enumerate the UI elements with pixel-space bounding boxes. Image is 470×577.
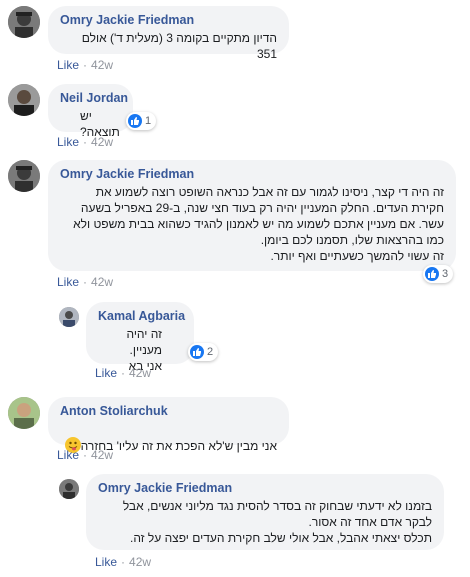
comment-actions: Like · 42w <box>57 135 113 149</box>
separator: · <box>121 555 126 569</box>
comment-time[interactable]: 42w <box>91 275 113 289</box>
comment-author[interactable]: Kamal Agbaria <box>98 309 185 323</box>
like-button[interactable]: Like <box>57 58 79 72</box>
comment-text: זה היה די קצר, ניסינו לגמור עם זה אבל כנ… <box>73 185 444 263</box>
like-button[interactable]: Like <box>95 555 117 569</box>
comment-bubble: Omry Jackie Friedman הדיון מתקיים בקומה … <box>48 6 289 61</box>
like-button[interactable]: Like <box>57 135 79 149</box>
separator: · <box>83 275 88 289</box>
like-reaction-icon <box>190 345 204 359</box>
comment-author[interactable]: Omry Jackie Friedman <box>60 13 277 27</box>
reaction-count[interactable]: 3 <box>423 265 454 283</box>
comment-text: בזמנו לא ידעתי שבחוק זה בסדר להסית נגד מ… <box>122 499 432 545</box>
comment-actions: Like · 42w <box>57 275 113 289</box>
like-button[interactable]: Like <box>57 275 79 289</box>
comment-author[interactable]: Neil Jordan <box>60 91 128 105</box>
reaction-count-value: 2 <box>207 346 214 358</box>
comment-time[interactable]: 42w <box>129 366 151 380</box>
separator: · <box>83 58 88 72</box>
avatar[interactable] <box>8 84 40 116</box>
reaction-count-value: 3 <box>442 268 449 280</box>
comment-time[interactable]: 42w <box>91 58 113 72</box>
avatar[interactable] <box>59 307 79 327</box>
separator: · <box>83 448 88 462</box>
comment-author[interactable]: Omry Jackie Friedman <box>98 481 432 495</box>
separator: · <box>83 135 88 149</box>
comment-author[interactable]: Anton Stoliarchuk <box>60 404 277 418</box>
comment-bubble: Neil Jordan יש תוצאה? <box>48 84 133 139</box>
comment-time[interactable]: 42w <box>91 448 113 462</box>
like-button[interactable]: Like <box>57 448 79 462</box>
reaction-count-value: 1 <box>145 115 152 127</box>
separator: · <box>121 366 126 380</box>
comment-actions: Like · 42w <box>95 366 151 380</box>
reaction-count[interactable]: 2 <box>188 343 219 361</box>
comment-author[interactable]: Omry Jackie Friedman <box>60 167 444 181</box>
avatar[interactable] <box>8 397 40 429</box>
like-button[interactable]: Like <box>95 366 117 380</box>
like-reaction-icon <box>425 267 439 281</box>
comment-bubble: Omry Jackie Friedman בזמנו לא ידעתי שבחו… <box>86 474 444 550</box>
comment-bubble: Omry Jackie Friedman זה היה די קצר, ניסי… <box>48 160 456 271</box>
comment-actions: Like · 42w <box>95 555 151 569</box>
avatar[interactable] <box>8 6 40 38</box>
avatar[interactable] <box>8 160 40 192</box>
comment-bubble: Kamal Agbaria זה יהיה מעניין. אני בא <box>86 302 194 373</box>
avatar[interactable] <box>59 479 79 499</box>
comment-time[interactable]: 42w <box>91 135 113 149</box>
comment-actions: Like · 42w <box>57 448 113 462</box>
comment-actions: Like · 42w <box>57 58 113 72</box>
comment-bubble: Anton Stoliarchuk אני מבין ש'לא הפכת את … <box>48 397 289 453</box>
comment-time[interactable]: 42w <box>129 555 151 569</box>
reaction-count[interactable]: 1 <box>126 112 157 130</box>
like-reaction-icon <box>128 114 142 128</box>
